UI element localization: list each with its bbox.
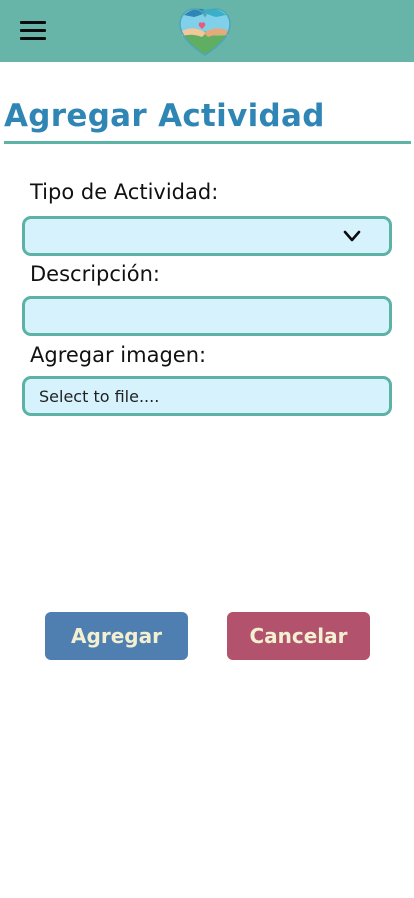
activity-type-select[interactable]: [22, 216, 392, 256]
hands-heart-logo-icon: [179, 8, 231, 56]
description-input[interactable]: [22, 296, 392, 336]
title-divider: [4, 141, 411, 144]
activity-type-label: Tipo de Actividad:: [30, 180, 219, 204]
hamburger-menu-icon[interactable]: [18, 18, 48, 44]
page-title: Agregar Actividad: [4, 98, 325, 134]
cancel-button[interactable]: Cancelar: [227, 612, 370, 660]
image-label: Agregar imagen:: [30, 343, 207, 367]
image-file-input[interactable]: Select to file....: [22, 376, 392, 416]
top-app-bar: [0, 0, 414, 62]
description-label: Descripción:: [30, 262, 160, 286]
add-button[interactable]: Agregar: [45, 612, 188, 660]
chevron-down-icon: [343, 230, 361, 242]
file-input-placeholder: Select to file....: [39, 387, 160, 406]
